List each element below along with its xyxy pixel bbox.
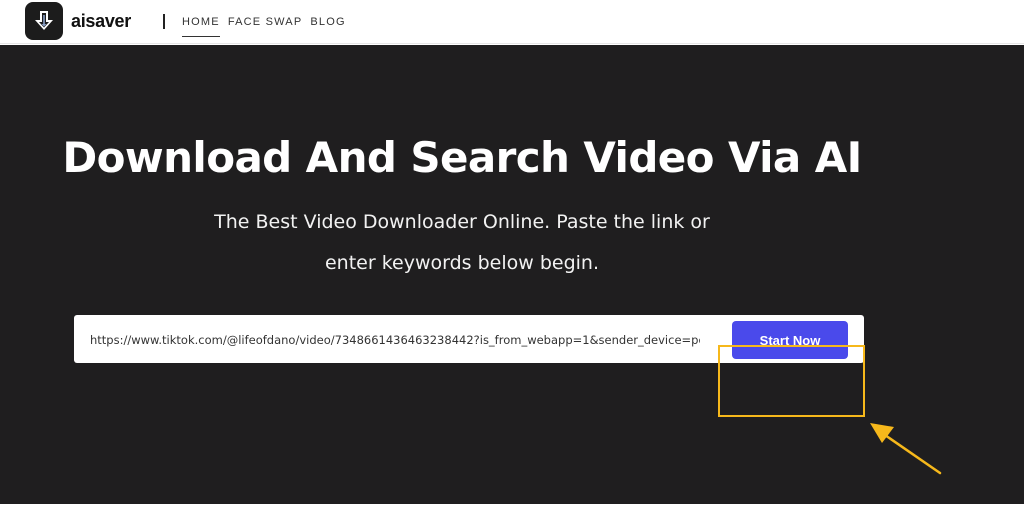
- hero-section: Download And Search Video Via AI The Bes…: [0, 45, 1024, 504]
- brand-name[interactable]: aisaver: [71, 11, 131, 32]
- nav-home[interactable]: HOME: [182, 0, 220, 44]
- start-now-button[interactable]: Start Now: [732, 321, 848, 359]
- site-header: aisaver HOME FACE SWAP BLOG: [0, 0, 1024, 44]
- search-bar: Start Now: [74, 315, 864, 363]
- download-arrow-icon: [35, 11, 53, 30]
- nav-face-swap[interactable]: FACE SWAP: [228, 0, 303, 44]
- video-url-input[interactable]: [90, 329, 700, 351]
- main-nav: HOME FACE SWAP BLOG: [182, 0, 346, 44]
- hero-subtitle: The Best Video Downloader Online. Paste …: [214, 211, 710, 274]
- logo-badge[interactable]: [25, 2, 63, 40]
- nav-blog[interactable]: BLOG: [310, 0, 345, 44]
- annotation-arrow-icon: [870, 423, 942, 475]
- header-divider: [163, 14, 165, 29]
- hero-title: Download And Search Video Via AI: [62, 133, 862, 182]
